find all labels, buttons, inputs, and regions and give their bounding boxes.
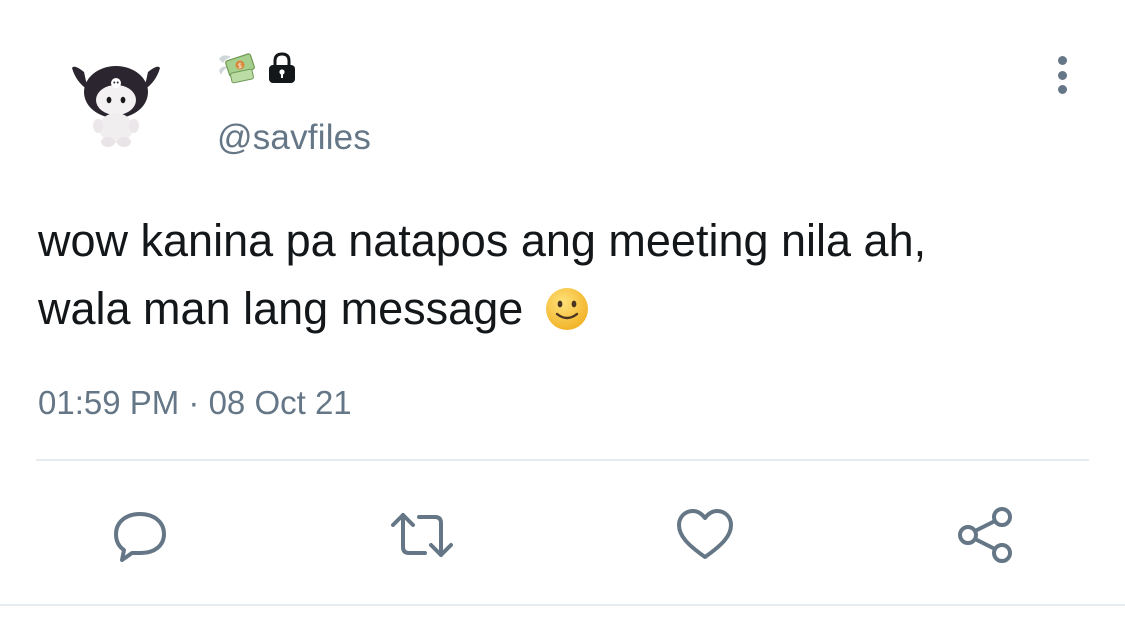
more-dot-icon <box>1057 56 1067 65</box>
avatar[interactable] <box>66 50 166 150</box>
slightly-smiling-face-icon <box>544 283 590 351</box>
tweet-text: wow kanina pa natapos ang meeting nila a… <box>38 207 1098 351</box>
svg-text:$: $ <box>238 62 242 70</box>
heart-icon <box>677 509 733 559</box>
tweet-text-line-2: wala man lang message <box>38 275 1098 351</box>
display-name[interactable]: $ <box>217 51 299 90</box>
share-icon <box>958 507 1012 563</box>
tweet-card: $ @savfiles wow kanina pa natapos ang me… <box>0 0 1125 624</box>
retweet-button[interactable] <box>387 500 457 570</box>
reply-icon <box>114 512 166 562</box>
like-button[interactable] <box>670 500 740 570</box>
more-dot-icon <box>1057 85 1067 94</box>
user-handle[interactable]: @savfiles <box>217 118 371 158</box>
tweet-timestamp[interactable]: 01:59 PM · 08 Oct 21 <box>38 384 352 422</box>
more-options-button[interactable] <box>1040 50 1084 100</box>
reply-button[interactable] <box>105 500 175 570</box>
tweet-text-line-1: wow kanina pa natapos ang meeting nila a… <box>38 215 927 266</box>
tweet-text-line-2-content: wala man lang message <box>38 283 524 334</box>
more-dot-icon <box>1057 70 1067 80</box>
lock-icon <box>265 51 299 90</box>
bottom-divider <box>0 604 1125 606</box>
money-with-wings-icon: $ <box>217 51 257 90</box>
retweet-icon <box>391 513 453 557</box>
divider <box>36 459 1089 461</box>
share-button[interactable] <box>950 500 1020 570</box>
tweet-actions-bar <box>0 500 1125 570</box>
kuromi-plush-avatar-image <box>72 66 160 147</box>
